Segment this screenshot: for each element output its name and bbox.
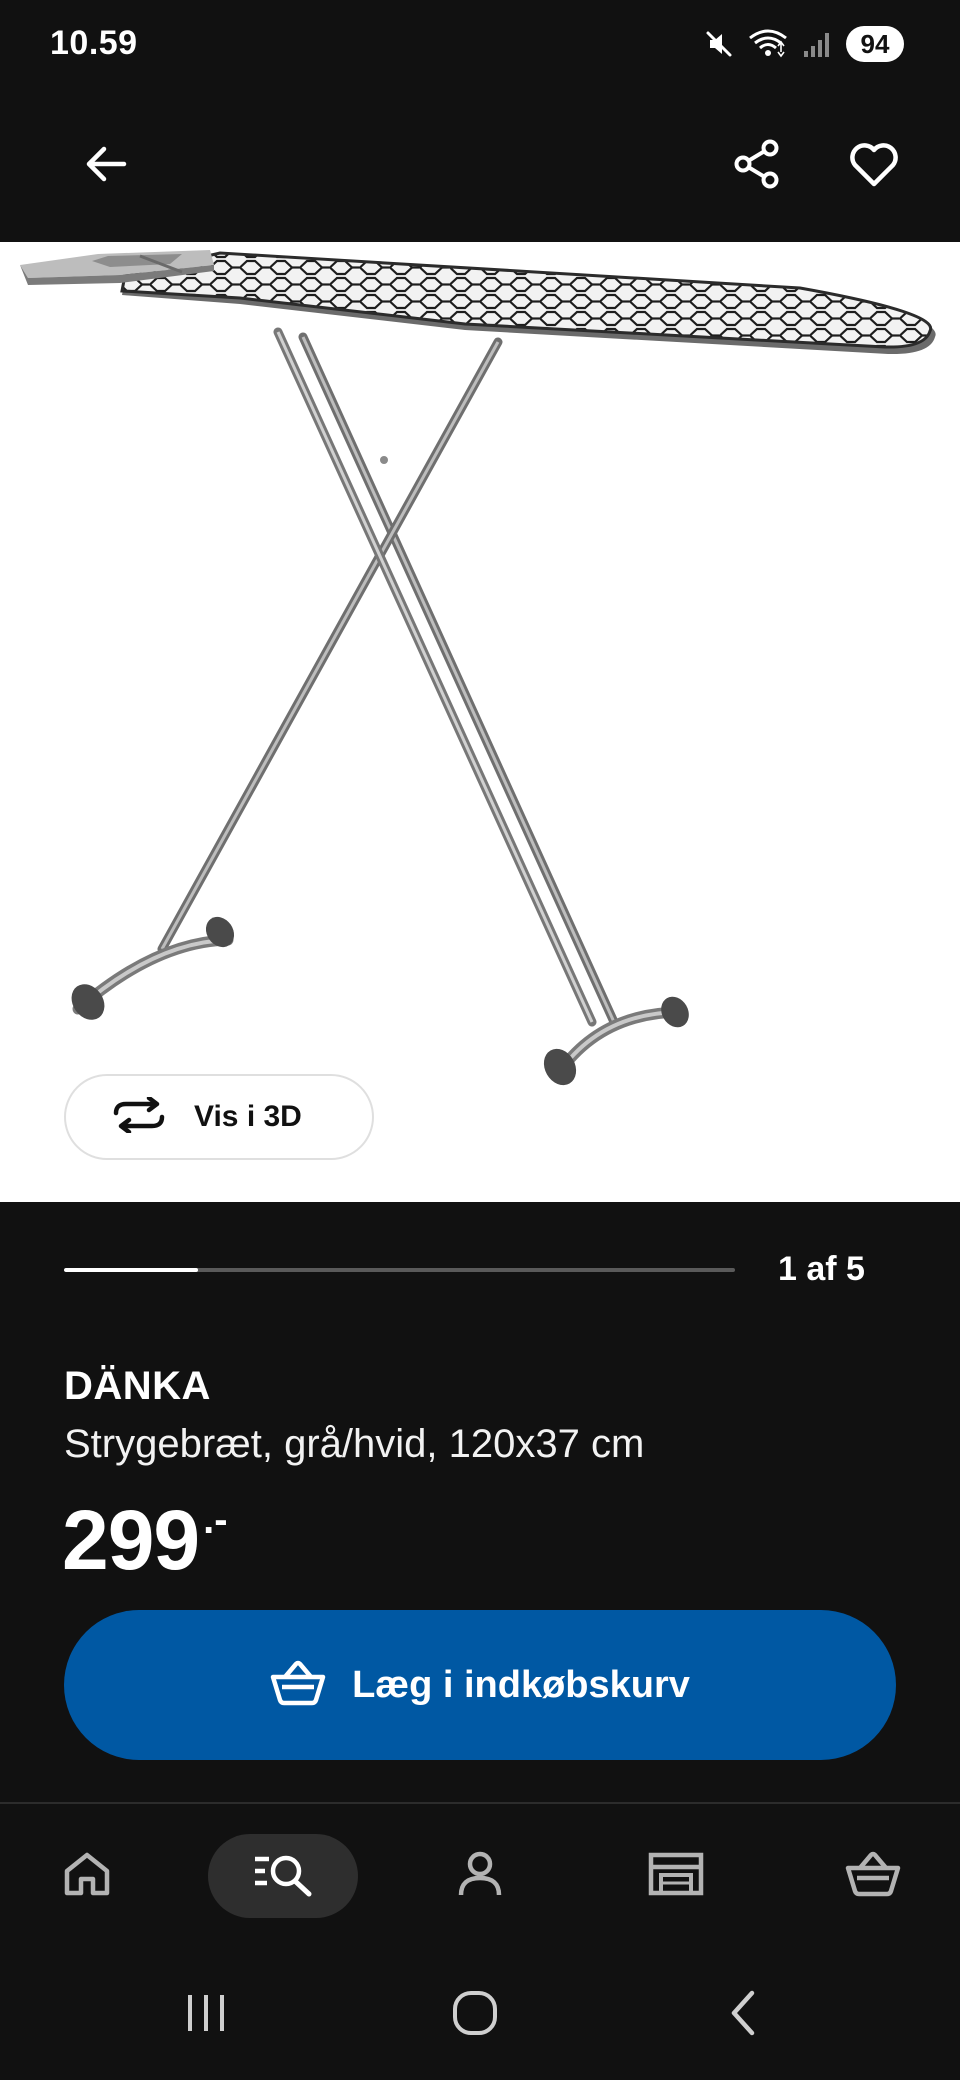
status-icons: 94 (704, 26, 904, 62)
back-button[interactable] (58, 118, 154, 214)
signal-icon (802, 29, 832, 59)
status-bar: 10.59 94 (0, 0, 960, 90)
carousel-progress-fill (64, 1268, 199, 1272)
app-header (0, 90, 960, 242)
product-detail-screen: 10.59 94 Vis i 3D 1 af 5 DÄNKA Strygebræ… (0, 0, 960, 2080)
home-circle-icon (451, 1989, 499, 2042)
add-to-cart-button[interactable]: Læg i indkøbskurv (64, 1610, 896, 1760)
home-icon (63, 1851, 111, 1902)
system-home-button[interactable] (425, 1980, 525, 2050)
recents-icon (184, 1991, 228, 2040)
view-3d-label: Vis i 3D (194, 1100, 302, 1133)
product-description: Strygebræt, grå/hvid, 120x37 cm (64, 1422, 645, 1466)
share-button[interactable] (709, 118, 805, 214)
price-suffix: .- (203, 1498, 228, 1542)
view-3d-button[interactable]: Vis i 3D (64, 1074, 374, 1160)
product-name: DÄNKA (64, 1364, 211, 1408)
nav-home[interactable] (12, 1834, 162, 1918)
status-time: 10.59 (50, 24, 138, 62)
back-arrow-icon (82, 140, 130, 193)
recents-button[interactable] (156, 1980, 256, 2050)
price-amount: 299 (62, 1493, 200, 1587)
nav-browse[interactable] (208, 1834, 358, 1918)
wifi-icon (748, 28, 788, 60)
basket-icon (270, 1660, 326, 1711)
system-back-button[interactable] (694, 1980, 794, 2050)
image-carousel-indicator: 1 af 5 (0, 1202, 960, 1338)
store-icon (648, 1851, 704, 1902)
product-price: 299 .- (62, 1498, 228, 1582)
battery-icon: 94 (846, 26, 904, 62)
rotate-3d-icon (110, 1095, 168, 1138)
product-image (20, 250, 936, 1086)
back-chevron-icon (724, 1989, 764, 2042)
product-image-area[interactable]: Vis i 3D (0, 242, 960, 1202)
search-browse-icon (253, 1851, 313, 1902)
heart-icon (848, 140, 900, 193)
add-to-cart-label: Læg i indkøbskurv (352, 1663, 690, 1706)
user-icon (456, 1850, 504, 1903)
favourite-button[interactable] (826, 118, 922, 214)
nav-stores[interactable] (601, 1834, 751, 1918)
system-navigation-bar (0, 1950, 960, 2080)
nav-cart[interactable] (798, 1834, 948, 1918)
carousel-progress-bar (64, 1268, 735, 1272)
nav-profile[interactable] (405, 1834, 555, 1918)
share-icon (731, 138, 783, 195)
basket-icon (845, 1851, 901, 1902)
image-counter: 1 af 5 (778, 1250, 865, 1288)
mute-icon (704, 29, 734, 59)
bottom-navigation (0, 1804, 960, 1950)
